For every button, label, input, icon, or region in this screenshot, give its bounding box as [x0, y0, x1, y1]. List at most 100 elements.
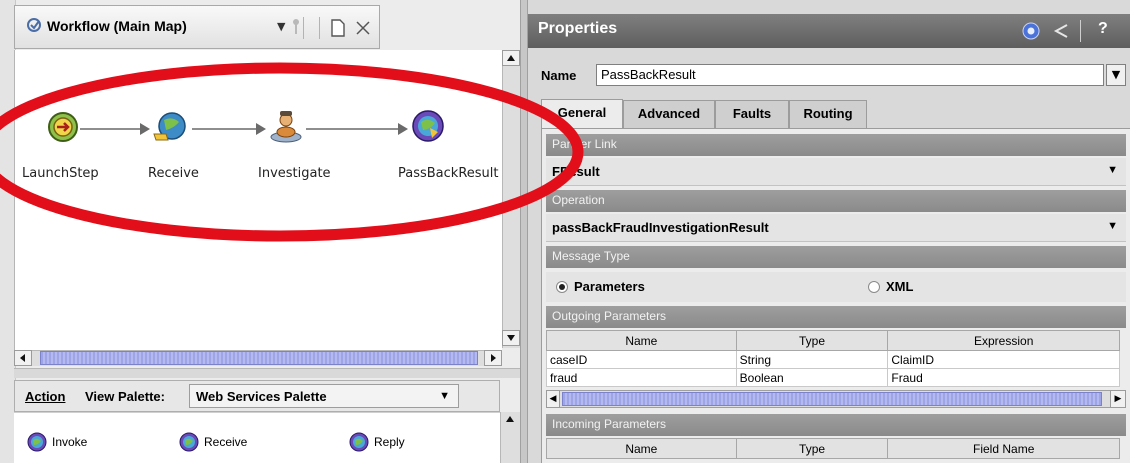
palette-select[interactable]: Web Services Palette ▼	[189, 384, 459, 408]
node-label: LaunchStep	[22, 166, 99, 181]
properties-title: Properties	[538, 20, 618, 37]
radio-parameters[interactable]	[556, 281, 568, 293]
partner-link-value: FResult	[552, 164, 600, 179]
name-label: Name	[541, 68, 577, 83]
scroll-thumb[interactable]	[40, 351, 478, 365]
palette-select-value: Web Services Palette	[196, 389, 327, 404]
radio-xml-label: XML	[886, 279, 914, 294]
section-header-message-type: Message Type	[546, 246, 1126, 268]
pin-icon[interactable]	[291, 18, 301, 36]
palette-vertical-scrollbar[interactable]	[500, 412, 520, 463]
reply-icon	[348, 431, 370, 453]
node-label: Investigate	[258, 166, 331, 181]
table-cell[interactable]: ClaimID	[887, 350, 1120, 369]
column-header[interactable]: Field Name	[887, 438, 1120, 459]
toolbar-separator	[1080, 20, 1081, 42]
flow-arrow-icon	[140, 123, 150, 135]
workflow-node-passbackresult[interactable]	[410, 108, 446, 144]
palette-toolbar: Action View Palette: Web Services Palett…	[14, 380, 500, 412]
window-divider[interactable]	[520, 0, 528, 463]
help-icon[interactable]: ?	[1098, 20, 1108, 38]
column-header[interactable]: Name	[546, 438, 737, 459]
pane-splitter[interactable]	[14, 368, 520, 378]
table-cell[interactable]: caseID	[546, 350, 737, 369]
palette-item-label: Invoke	[52, 435, 88, 449]
table-cell[interactable]: String	[735, 350, 889, 369]
scroll-up-button[interactable]	[502, 50, 520, 66]
invoke-icon	[26, 431, 48, 453]
workflow-title: Workflow (Main Map)	[47, 18, 187, 34]
toolbar-separator	[303, 17, 304, 39]
scroll-left-button[interactable]	[14, 350, 32, 366]
scroll-right-button[interactable]: ▶	[1110, 390, 1126, 408]
scroll-right-button[interactable]	[484, 350, 502, 366]
radio-parameters-label: Parameters	[574, 279, 645, 294]
section-header-operation: Operation	[546, 190, 1126, 212]
operation-value: passBackFraudInvestigationResult	[552, 220, 769, 235]
column-header[interactable]: Type	[735, 330, 889, 351]
launch-step-icon	[46, 110, 80, 144]
new-document-icon[interactable]	[331, 19, 345, 37]
sync-icon[interactable]	[1022, 22, 1040, 40]
table-cell[interactable]: Fraud	[887, 368, 1120, 387]
flow-connector	[306, 128, 398, 130]
column-header[interactable]: Expression	[887, 330, 1120, 351]
workflow-node-receive[interactable]	[152, 110, 188, 144]
share-icon[interactable]	[1052, 22, 1070, 40]
node-label: PassBackResult	[398, 166, 499, 181]
table-row[interactable]: caseID String ClaimID	[546, 350, 1120, 369]
receive-node-icon	[152, 110, 188, 144]
flow-connector	[192, 128, 256, 130]
workflow-icon	[25, 16, 43, 34]
palette-list: Invoke Receive Reply	[14, 412, 500, 463]
tab-faults[interactable]: Faults	[715, 100, 789, 128]
table-header-row: Name Type Field Name	[546, 438, 1120, 459]
toolbar-separator	[319, 17, 320, 39]
node-label: Receive	[148, 166, 199, 181]
incoming-parameters-table[interactable]: Name Type Field Name	[546, 438, 1120, 459]
table-header-row: Name Type Expression	[546, 330, 1120, 351]
pass-back-result-icon	[410, 108, 446, 144]
tab-routing[interactable]: Routing	[789, 100, 867, 128]
canvas-vertical-scrollbar[interactable]	[502, 50, 520, 348]
section-header-partner-link: Partner Link	[546, 134, 1126, 156]
tab-advanced[interactable]: Advanced	[623, 100, 715, 128]
workflow-canvas[interactable]	[14, 50, 502, 350]
scroll-down-button[interactable]	[502, 330, 520, 346]
table-row[interactable]: fraud Boolean Fraud	[546, 368, 1120, 387]
view-palette-label: View Palette:	[85, 389, 165, 404]
palette-item-label: Reply	[374, 435, 405, 449]
flow-arrow-icon	[398, 123, 408, 135]
properties-titlebar: Properties ?	[528, 14, 1130, 48]
scroll-left-button[interactable]: ◀	[546, 390, 560, 408]
chevron-down-icon: ▼	[1107, 164, 1118, 176]
action-tab[interactable]: Action	[25, 389, 65, 404]
table-cell[interactable]: fraud	[546, 368, 737, 387]
chevron-down-icon: ▼	[439, 390, 450, 402]
workflow-node-investigate[interactable]	[268, 108, 304, 144]
section-header-outgoing: Outgoing Parameters	[546, 306, 1126, 328]
column-header[interactable]: Type	[735, 438, 889, 459]
tab-general[interactable]: General	[541, 99, 623, 129]
table-cell[interactable]: Boolean	[735, 368, 889, 387]
scroll-thumb[interactable]	[562, 392, 1102, 406]
flow-arrow-icon	[256, 123, 266, 135]
chevron-down-icon[interactable]: ▼	[1106, 64, 1126, 86]
partner-link-select[interactable]: FResult ▼	[546, 158, 1126, 186]
workflow-node-launchstep[interactable]	[46, 110, 80, 144]
workflow-dropdown-icon[interactable]: ▼	[277, 20, 285, 33]
chevron-down-icon: ▼	[1107, 220, 1118, 232]
radio-xml[interactable]	[868, 281, 880, 293]
message-type-row: Parameters XML	[546, 272, 1126, 302]
investigate-node-icon	[268, 108, 304, 144]
palette-item-label: Receive	[204, 435, 248, 449]
outgoing-parameters-table[interactable]: Name Type Expression caseID String Claim…	[546, 330, 1120, 387]
flow-connector	[80, 128, 140, 130]
close-icon[interactable]	[355, 20, 371, 36]
section-header-incoming: Incoming Parameters	[546, 414, 1126, 436]
column-header[interactable]: Name	[546, 330, 737, 351]
receive-icon	[178, 431, 200, 453]
workflow-titlebar: Workflow (Main Map) ▼	[14, 5, 380, 49]
operation-select[interactable]: passBackFraudInvestigationResult ▼	[546, 214, 1126, 242]
name-field[interactable]: PassBackResult	[596, 64, 1104, 86]
